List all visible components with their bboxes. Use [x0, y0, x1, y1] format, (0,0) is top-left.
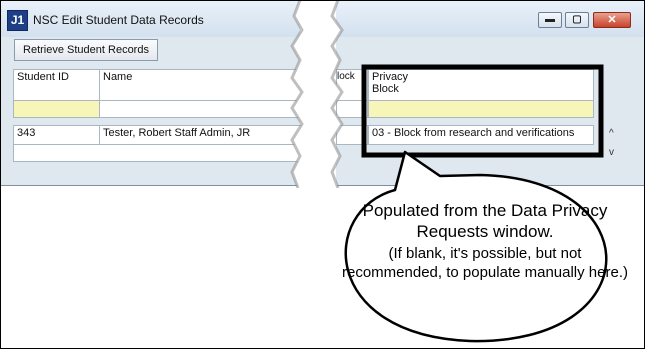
window-title: NSC Edit Student Data Records [33, 13, 204, 27]
row-student-id[interactable]: 343 [13, 125, 100, 145]
student-id-filter-input[interactable] [13, 100, 100, 118]
student-records-window-right: ▬ ▢ ✕ lock Privacy Block 03 - Block from… [336, 0, 645, 186]
maximize-button[interactable]: ▢ [565, 12, 589, 28]
torn-edge-right [316, 0, 344, 188]
empty-row[interactable] [13, 144, 309, 162]
privacy-header-line1: Privacy [372, 71, 409, 83]
minimize-icon: ▬ [545, 14, 555, 25]
student-records-window-left: J1 NSC Edit Student Data Records Retriev… [0, 0, 309, 186]
privacy-header-line2: Block [372, 83, 399, 95]
maximize-icon: ▢ [572, 14, 582, 25]
row-privacy-block[interactable]: 03 - Block from research and verificatio… [368, 125, 594, 145]
row-name[interactable]: Tester, Robert Staff Admin, JR [99, 125, 309, 145]
retrieve-student-records-button[interactable]: Retrieve Student Records [14, 39, 158, 61]
callout-text: Populated from the Data Privacy Requests… [340, 200, 630, 282]
column-header-student-id[interactable]: Student ID [13, 69, 100, 101]
scroll-up-icon[interactable]: ^ [609, 128, 614, 139]
title-bar: J1 NSC Edit Student Data Records [1, 1, 300, 37]
j1-app-icon: J1 [7, 10, 28, 31]
callout-sub-text: (If blank, it's possible, but not recomm… [342, 245, 628, 281]
column-header-privacy-block[interactable]: Privacy Block [368, 69, 594, 101]
privacy-block-filter-input[interactable] [368, 100, 594, 118]
callout-main-text: Populated from the Data Privacy Requests… [362, 201, 608, 241]
column-header-name[interactable]: Name [99, 69, 309, 101]
minimize-button[interactable]: ▬ [538, 12, 562, 28]
close-button[interactable]: ✕ [593, 12, 631, 28]
column-header-student-id-label: Student ID [17, 71, 69, 83]
column-header-name-label: Name [103, 71, 133, 83]
scroll-down-icon[interactable]: v [609, 147, 614, 158]
name-filter-input[interactable] [99, 100, 309, 118]
close-icon: ✕ [607, 14, 617, 26]
